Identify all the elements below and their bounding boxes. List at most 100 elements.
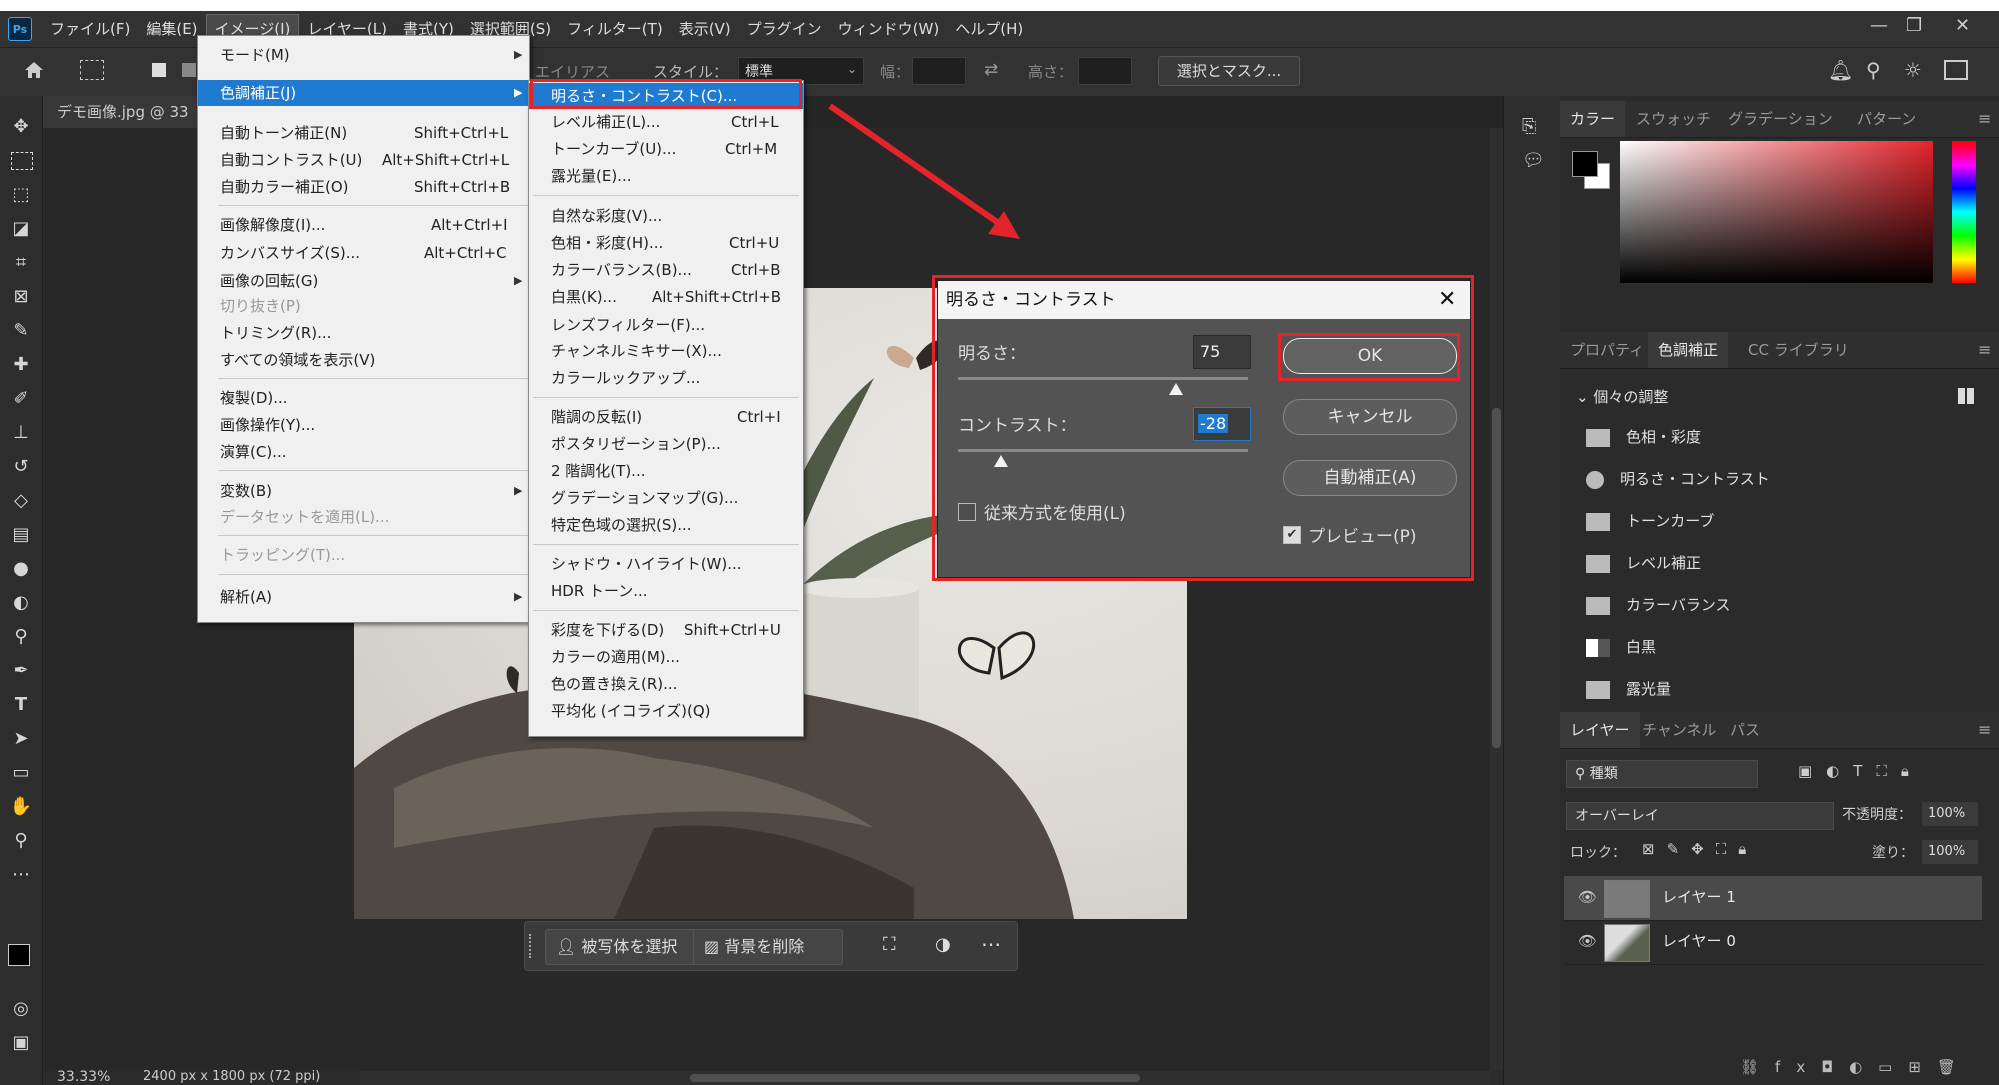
preview-checkbox[interactable]: ✔ xyxy=(1283,526,1301,544)
menu-item-color-balance[interactable]: カラーバランス(B)... Ctrl+B xyxy=(529,257,803,283)
menu-item-levels[interactable]: レベル補正(L)... Ctrl+L xyxy=(529,109,803,135)
tab-paths[interactable]: パス xyxy=(1720,712,1770,748)
adj-hue-saturation[interactable]: 色相・彩度 xyxy=(1586,419,1701,455)
menu-item-hdr-toning[interactable]: HDR トーン... xyxy=(529,578,803,604)
fill-input[interactable]: 100% xyxy=(1922,840,1978,864)
menu-item-adjustments[interactable]: 色調補正(J) ▶ xyxy=(198,80,529,106)
history-icon[interactable]: ⎘ xyxy=(1522,116,1536,137)
layer-filter-icons[interactable]: ▣◐T⛶🔒︎ xyxy=(1798,762,1923,780)
menu-item-desaturate[interactable]: 彩度を下げる(D) Shift+Ctrl+U xyxy=(529,617,803,643)
ok-button[interactable]: OK xyxy=(1283,338,1457,374)
menu-item-color-lookup[interactable]: カラールックアップ... xyxy=(529,365,803,391)
brightness-slider[interactable] xyxy=(958,377,1248,380)
visibility-icon[interactable]: 👁︎ xyxy=(1578,932,1597,950)
menu-item-hue-saturation[interactable]: 色相・彩度(H)... Ctrl+U xyxy=(529,230,803,256)
legacy-checkbox[interactable] xyxy=(958,503,976,521)
restore-icon[interactable]: ❐ xyxy=(1906,15,1922,36)
menu-item-mode[interactable]: モード(M) ▶ xyxy=(198,42,529,68)
tab-layers[interactable]: レイヤー xyxy=(1560,712,1640,748)
horizontal-scrollbar[interactable] xyxy=(360,1071,1490,1085)
tab-properties[interactable]: プロパティ xyxy=(1560,332,1654,368)
zoom-level[interactable]: 33.33% xyxy=(57,1069,110,1085)
menu-edit[interactable]: 編集(E) xyxy=(138,15,205,43)
adjustment-icon[interactable]: ◑ xyxy=(935,934,951,955)
adj-black-white[interactable]: 白黒 xyxy=(1586,629,1656,665)
zoom-tool-icon[interactable]: ⚲ xyxy=(8,828,34,854)
layer-row[interactable]: 👁︎ レイヤー 1 xyxy=(1564,876,1982,921)
crop-tool-icon[interactable]: ⌗ xyxy=(8,250,34,276)
menu-item-invert[interactable]: 階調の反転(I) Ctrl+I xyxy=(529,404,803,430)
transform-icon[interactable]: ⛶ xyxy=(883,934,896,955)
adj-color-balance[interactable]: カラーバランス xyxy=(1586,587,1731,623)
menu-item-image-size[interactable]: 画像解像度(I)... Alt+Ctrl+I xyxy=(198,212,529,238)
menu-item-vibrance[interactable]: 自然な彩度(V)... xyxy=(529,203,803,229)
remove-background-button[interactable]: ▨ 背景を削除 xyxy=(693,929,843,965)
rect-marquee-tool-icon[interactable] xyxy=(11,152,33,170)
healing-brush-tool-icon[interactable]: ✚ xyxy=(8,352,34,378)
hand-tool-icon[interactable]: ✋ xyxy=(8,794,34,820)
close-icon[interactable]: ✕ xyxy=(1955,15,1970,36)
marquee-tool-icon[interactable] xyxy=(80,60,104,80)
menu-item-calculations[interactable]: 演算(C)... xyxy=(198,439,529,465)
home-icon[interactable] xyxy=(22,58,46,82)
width-input[interactable] xyxy=(912,57,966,85)
adjustments-section-header[interactable]: ⌄ 個々の調整 xyxy=(1576,386,1668,407)
screen-mode-icon[interactable]: ▣ xyxy=(8,1030,34,1056)
foreground-color-chip[interactable] xyxy=(1572,151,1598,177)
foreground-color-swatch[interactable] xyxy=(8,944,30,966)
bell-icon[interactable]: 🔔︎ xyxy=(1828,58,1853,82)
search-icon[interactable]: ⚲ xyxy=(1866,58,1881,82)
brightness-input[interactable]: 75 xyxy=(1193,335,1251,369)
menu-item-posterize[interactable]: ポスタリゼーション(P)... xyxy=(529,431,803,457)
tab-channels[interactable]: チャンネル xyxy=(1632,712,1727,748)
contrast-slider-thumb[interactable] xyxy=(993,455,1008,467)
menu-item-reveal-all[interactable]: すべての領域を表示(V) xyxy=(198,347,529,373)
blur-tool-icon[interactable]: ● xyxy=(8,556,34,582)
menu-view[interactable]: 表示(V) xyxy=(671,15,739,43)
menu-item-photo-filter[interactable]: レンズフィルター(F)... xyxy=(529,312,803,338)
lightbulb-icon[interactable]: ☼ xyxy=(1904,58,1922,82)
height-input[interactable] xyxy=(1078,57,1132,85)
color-picker-field[interactable] xyxy=(1620,141,1933,283)
auto-button[interactable]: 自動補正(A) xyxy=(1283,460,1457,496)
menu-item-auto-tone[interactable]: 自動トーン補正(N) Shift+Ctrl+L xyxy=(198,120,529,146)
menu-item-channel-mixer[interactable]: チャンネルミキサー(X)... xyxy=(529,338,803,364)
eraser-tool-icon[interactable]: ◇ xyxy=(8,488,34,514)
menu-item-variables[interactable]: 変数(B) ▶ xyxy=(198,478,529,504)
quick-select-tool-icon[interactable]: ◪ xyxy=(8,216,34,242)
more-tools-icon[interactable]: ⋯ xyxy=(8,862,34,888)
dodge-tool-icon[interactable]: ◐ xyxy=(8,590,34,616)
menu-item-threshold[interactable]: 2 階調化(T)... xyxy=(529,458,803,484)
menu-item-equalize[interactable]: 平均化 (イコライズ)(Q) xyxy=(529,698,803,724)
menu-item-canvas-size[interactable]: カンバスサイズ(S)... Alt+Ctrl+C xyxy=(198,240,529,266)
menu-plugins[interactable]: プラグイン xyxy=(739,15,830,43)
layer-actions-bar[interactable]: ⛓fx◘◐▭⊞🗑︎ xyxy=(1740,1058,1972,1076)
menu-window[interactable]: ウィンドウ(W) xyxy=(830,15,948,43)
move-tool-icon[interactable]: ✥ xyxy=(8,114,34,140)
menu-filter[interactable]: フィルター(T) xyxy=(559,15,671,43)
visibility-icon[interactable]: 👁︎ xyxy=(1578,888,1597,906)
menu-item-image-rotation[interactable]: 画像の回転(G) ▶ xyxy=(198,268,529,294)
menu-item-gradient-map[interactable]: グラデーションマップ(G)... xyxy=(529,485,803,511)
blend-mode-select[interactable]: オーバーレイ xyxy=(1566,802,1834,830)
panel-menu-icon[interactable]: ≡ xyxy=(1978,720,1991,739)
tab-color[interactable]: カラー xyxy=(1560,101,1626,137)
workspace-icon[interactable] xyxy=(1944,60,1968,80)
frame-tool-icon[interactable]: ⊠ xyxy=(8,284,34,310)
gradient-tool-icon[interactable]: ▤ xyxy=(8,522,34,548)
opacity-input[interactable]: 100% xyxy=(1922,802,1978,826)
stamp-tool-icon[interactable]: ⊥ xyxy=(8,420,34,446)
menu-item-curves[interactable]: トーンカーブ(U)... Ctrl+M xyxy=(529,136,803,162)
type-tool-icon[interactable]: T xyxy=(8,692,34,718)
tab-adjustments[interactable]: 色調補正 xyxy=(1648,332,1729,368)
adj-levels[interactable]: レベル補正 xyxy=(1586,545,1701,581)
menu-item-selective-color[interactable]: 特定色域の選択(S)... xyxy=(529,512,803,538)
brightness-slider-thumb[interactable] xyxy=(1168,383,1183,395)
path-select-tool-icon[interactable]: ➤ xyxy=(8,726,34,752)
horizontal-scroll-thumb[interactable] xyxy=(690,1074,1140,1082)
object-select-tool-icon[interactable]: ⬚ xyxy=(8,182,34,208)
menu-item-apply-image[interactable]: 画像操作(Y)... xyxy=(198,412,529,438)
menu-item-black-white[interactable]: 白黒(K)... Alt+Shift+Ctrl+B xyxy=(529,284,803,310)
new-selection-icon[interactable] xyxy=(152,63,166,77)
panel-menu-icon[interactable]: ≡ xyxy=(1978,109,1991,128)
